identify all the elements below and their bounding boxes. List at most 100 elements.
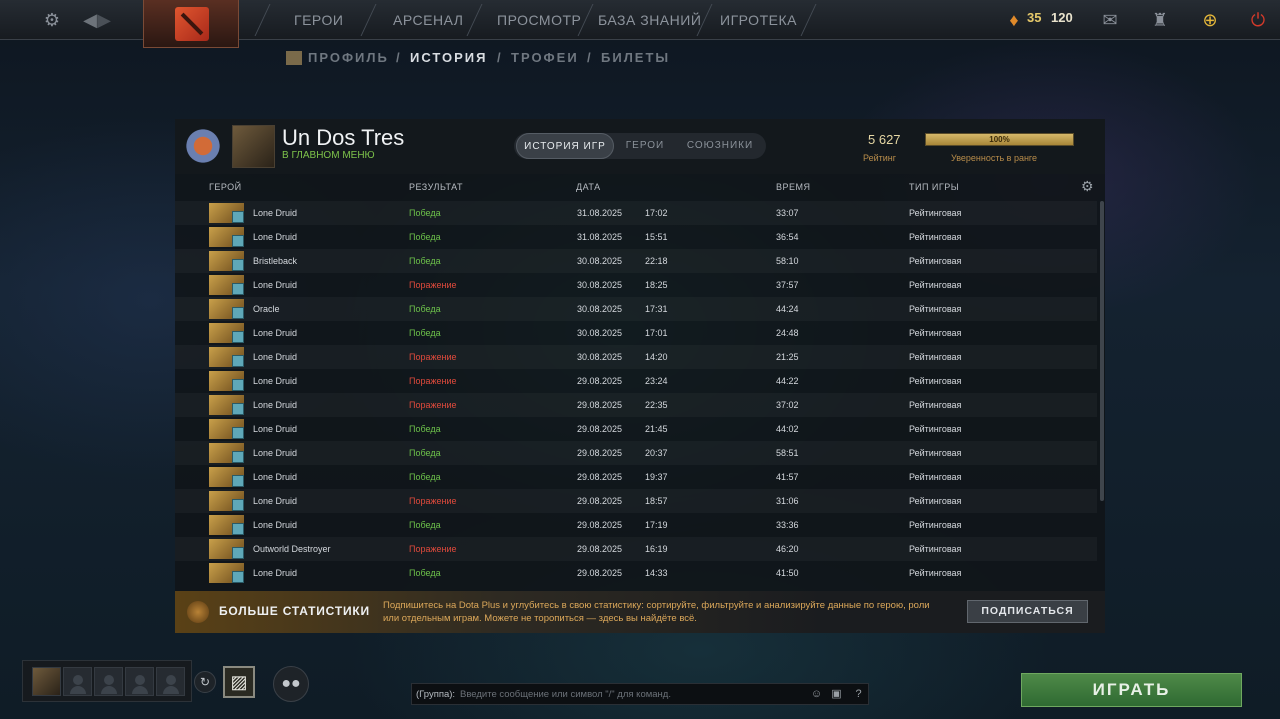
match-time: 15:51 [645,232,668,242]
game-type: Рейтинговая [909,328,962,338]
table-row[interactable]: Lone Druid Победа 31.08.2025 15:51 36:54 Рейт… [175,225,1097,249]
hero-portrait-icon [209,443,244,463]
column-header-duration[interactable]: ВРЕМЯ [776,182,811,192]
party-slot-empty[interactable] [63,667,92,696]
match-date: 29.08.2025 [577,496,623,506]
column-header-hero[interactable]: ГЕРОЙ [209,182,242,192]
table-row[interactable]: Lone Druid Победа 29.08.2025 17:19 33:36 Рейт… [175,513,1097,537]
party-slot-empty[interactable] [156,667,185,696]
table-row[interactable]: Outworld Destroyer Поражение 29.08.2025 16:… [175,537,1097,561]
hero-portrait-icon [209,299,244,319]
match-duration: 37:57 [776,280,799,290]
history-tabs: ИСТОРИЯ ИГР ГЕРОИ СОЮЗНИКИ [514,133,766,159]
hero-name: Outworld Destroyer [253,544,331,554]
shard-icon: ♦ [1009,10,1019,30]
table-row[interactable]: Lone Druid Победа 31.08.2025 17:02 33:07 Рейт… [175,201,1097,225]
table-row[interactable]: Oracle Победа 30.08.2025 17:31 44:24 Рейтинго… [175,297,1097,321]
chat-settings-icon[interactable]: ▣ [828,686,845,703]
subnav-profile[interactable]: ПРОФИЛЬ [308,50,389,65]
hero-portrait-icon [209,275,244,295]
table-row[interactable]: Lone Druid Поражение 29.08.2025 23:24 44:22 Р… [175,369,1097,393]
party-slot-self[interactable] [32,667,61,696]
nav-divider [254,4,271,36]
hero-portrait-icon [209,539,244,559]
hero-portrait-icon [209,491,244,511]
match-duration: 33:07 [776,208,799,218]
match-date: 29.08.2025 [577,568,623,578]
help-icon[interactable]: ? [850,686,867,703]
nav-divider [360,4,377,36]
nav-knowledge-base[interactable]: БАЗА ЗНАНИЙ [598,0,701,40]
hero-name: Lone Druid [253,424,298,434]
match-duration: 31:06 [776,496,799,506]
match-time: 17:02 [645,208,668,218]
game-type: Рейтинговая [909,232,962,242]
table-row[interactable]: Lone Druid Поражение 30.08.2025 14:20 21:25 Р… [175,345,1097,369]
match-date: 29.08.2025 [577,376,623,386]
rank-confidence-label: Уверенность в ранге [951,153,1038,163]
nav-heroes[interactable]: ГЕРОИ [294,0,343,40]
mail-icon[interactable]: ✉ [1098,8,1122,32]
arrow-right-icon[interactable]: ▶ [92,8,116,32]
match-date: 29.08.2025 [577,400,623,410]
subnav-trophies[interactable]: ТРОФЕИ [511,50,579,65]
match-date: 30.08.2025 [577,280,623,290]
match-time: 14:20 [645,352,668,362]
tab-heroes[interactable]: ГЕРОИ [622,133,668,159]
table-row[interactable]: Lone Druid Поражение 29.08.2025 22:35 37:02 Р… [175,393,1097,417]
column-header-result[interactable]: РЕЗУЛЬТАТ [409,182,463,192]
nav-watch[interactable]: ПРОСМОТР [497,0,581,40]
table-row[interactable]: Lone Druid Поражение 30.08.2025 18:25 37:57 Р… [175,273,1097,297]
match-date: 29.08.2025 [577,424,623,434]
subnav-tickets[interactable]: БИЛЕТЫ [601,50,670,65]
stats-icon [187,601,209,623]
armory-icon[interactable]: ♜ [1148,8,1172,32]
game-type: Рейтинговая [909,280,962,290]
table-row[interactable]: Bristleback Победа 30.08.2025 22:18 58:10 Рей… [175,249,1097,273]
game-type: Рейтинговая [909,256,962,266]
table-row[interactable]: Lone Druid Победа 29.08.2025 14:33 41:50 Рейт… [175,561,1097,585]
hero-portrait-icon [209,251,244,271]
subscribe-button[interactable]: ПОДПИСАТЬСЯ [967,600,1088,623]
dota-plus-icon[interactable]: ⊕ [1198,8,1222,32]
guild-emblem-icon[interactable]: ▨ [223,666,255,698]
game-type: Рейтинговая [909,208,962,218]
column-header-game-type[interactable]: ТИП ИГРЫ [909,182,959,192]
hero-portrait-icon [209,203,244,223]
table-row[interactable]: Lone Druid Победа 29.08.2025 20:37 58:51 Рейт… [175,441,1097,465]
nav-arcade[interactable]: ИГРОТЕКА [720,0,797,40]
tab-allies[interactable]: СОЮЗНИКИ [680,133,760,159]
table-row[interactable]: Lone Druid Поражение 29.08.2025 18:57 31:06 Р… [175,489,1097,513]
nav-arsenal[interactable]: АРСЕНАЛ [393,0,463,40]
party-slot-empty[interactable] [125,667,154,696]
chat-input[interactable] [460,686,800,703]
column-header-date[interactable]: ДАТА [576,182,601,192]
power-icon[interactable]: ⏻ [1246,8,1270,32]
match-time: 18:57 [645,496,668,506]
table-row[interactable]: Lone Druid Победа 30.08.2025 17:01 24:48 Рейт… [175,321,1097,345]
rating-label: Рейтинг [863,153,897,163]
table-row[interactable]: Lone Druid Победа 29.08.2025 19:37 41:57 Рейт… [175,465,1097,489]
match-time: 22:18 [645,256,668,266]
table-row[interactable]: Lone Druid Победа 29.08.2025 21:45 44:02 Рейт… [175,417,1097,441]
gear-icon[interactable]: ⚙ [40,8,64,32]
match-result: Поражение [409,400,457,410]
emoji-icon[interactable]: ☺ [808,686,825,703]
match-time: 21:45 [645,424,668,434]
dota-logo-button[interactable] [143,0,239,48]
settings-icon[interactable]: ⚙ [1081,178,1094,195]
refresh-icon[interactable]: ↻ [194,671,216,693]
match-result: Победа [409,232,441,242]
game-type: Рейтинговая [909,448,962,458]
party-icon[interactable]: ●● [273,666,309,702]
scrollbar[interactable] [1100,201,1104,501]
hero-portrait-icon [209,419,244,439]
promo-title: БОЛЬШЕ СТАТИСТИКИ [219,604,370,618]
party-slot-empty[interactable] [94,667,123,696]
tab-match-history[interactable]: ИСТОРИЯ ИГР [516,133,614,159]
subnav-history[interactable]: ИСТОРИЯ [410,50,488,65]
rank-medal-icon[interactable] [182,125,224,167]
hero-name: Lone Druid [253,352,298,362]
play-button[interactable]: ИГРАТЬ [1021,673,1242,707]
avatar[interactable] [232,125,275,168]
